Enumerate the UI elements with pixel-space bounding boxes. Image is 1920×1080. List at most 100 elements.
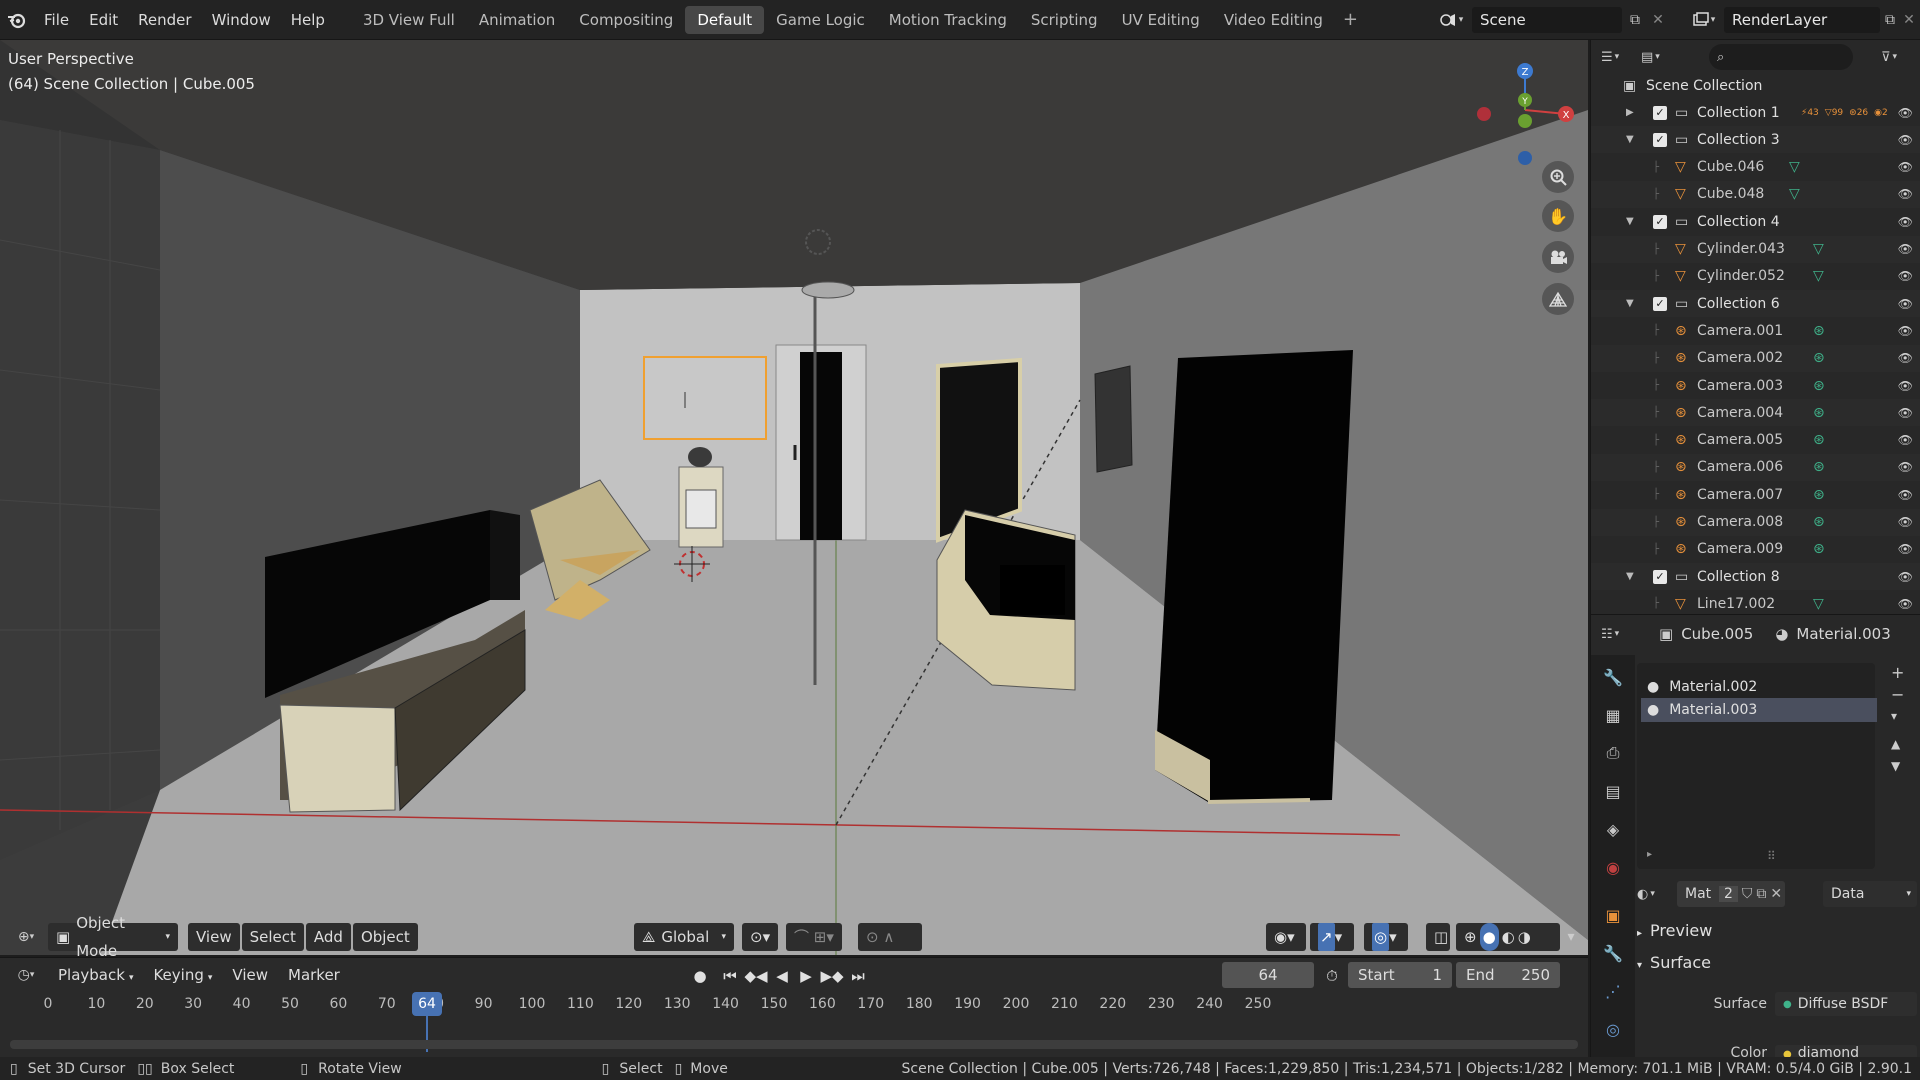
ortho-toggle-grid-icon[interactable] [1542, 283, 1574, 315]
3d-viewport[interactable]: User Perspective (64) Scene Collection |… [0, 40, 1588, 955]
outliner-row-cube-046[interactable]: ├ ▽ Cube.046 ▽ 👁 [1591, 154, 1920, 181]
fake-user-icon[interactable]: ⛉ [1742, 886, 1753, 902]
navigation-gizmo[interactable]: Z X Y [1470, 50, 1580, 180]
visibility-eye-icon[interactable]: 👁 [1898, 379, 1913, 393]
outliner-row-camera-005[interactable]: ├ ⊛ Camera.005 ⊛ 👁 [1591, 427, 1920, 454]
menu-file[interactable]: File [34, 0, 79, 40]
disclosure-closed-icon[interactable]: ▶ [1626, 107, 1634, 118]
camera-view-icon[interactable] [1542, 241, 1574, 273]
scene-selector-button[interactable]: ▾ [1432, 7, 1470, 33]
solid-shading-icon[interactable]: ● [1479, 923, 1499, 951]
visibility-eye-icon[interactable]: 👁 [1898, 406, 1913, 420]
new-view-layer-icon[interactable]: ⧉ [1880, 7, 1900, 33]
camera-data-icon[interactable]: ⊛ [1813, 432, 1825, 448]
tool-tab-icon[interactable]: 🔧 [1599, 663, 1627, 691]
move-slot-down-icon[interactable]: ▼ [1891, 759, 1900, 773]
disclosure-open-icon[interactable]: ▼ [1626, 571, 1634, 582]
filter-icon[interactable]: ⊽ ▾ [1881, 44, 1917, 70]
slot-specials-icon[interactable]: ▾ [1891, 709, 1897, 723]
pan-hand-icon[interactable]: ✋ [1542, 200, 1574, 232]
record-keyframe-icon[interactable]: ● [686, 963, 714, 989]
material-name-field[interactable]: Mat 2 ⛉ ⧉ ✕ [1677, 881, 1785, 907]
preview-range-icon[interactable]: ⏱ [1318, 963, 1346, 989]
timeline-menu-playback[interactable]: Playback ▾ [48, 966, 143, 984]
outliner-row-collection-8[interactable]: ▼ ✓ ▭ Collection 8 👁 [1591, 563, 1920, 591]
visibility-eye-icon[interactable]: 👁 [1898, 297, 1913, 311]
playhead-frame-badge[interactable]: 64 [412, 992, 442, 1016]
world-tab-icon[interactable]: ◉ [1599, 853, 1627, 881]
visibility-eye-icon[interactable]: 👁 [1898, 542, 1913, 556]
outliner-row-camera-007[interactable]: ├ ⊛ Camera.007 ⊛ 👁 [1591, 481, 1920, 508]
zoom-icon[interactable] [1542, 161, 1574, 193]
preview-section-header[interactable]: ▸ Preview [1637, 921, 1712, 940]
camera-data-icon[interactable]: ⊛ [1813, 459, 1825, 475]
exclude-checkbox[interactable]: ✓ [1653, 214, 1667, 229]
visibility-eye-icon[interactable]: 👁 [1898, 488, 1913, 502]
outliner-row-collection-1[interactable]: ▶ ✓ ▭ Collection 1 ⚡43 ▽99 ⊛26 ◉2 👁 [1591, 99, 1920, 126]
exclude-checkbox[interactable]: ✓ [1653, 105, 1667, 120]
material-slot-material-002[interactable]: ● Material.002 [1641, 675, 1877, 699]
material-slot-material-003[interactable]: ● Material.003 [1641, 698, 1877, 722]
physics-tab-icon[interactable]: ◎ [1599, 1015, 1627, 1043]
collection-contents-summary[interactable]: ⚡43 ▽99 ⊛26 ◉2 [1801, 108, 1888, 118]
camera-data-icon[interactable]: ⊛ [1813, 323, 1825, 339]
disclosure-open-icon[interactable]: ▼ [1626, 134, 1634, 145]
blender-logo-icon[interactable] [0, 0, 34, 40]
remove-slot-button[interactable]: − [1891, 685, 1904, 704]
outliner-row-cylinder-043[interactable]: ├ ▽ Cylinder.043 ▽ 👁 [1591, 235, 1920, 263]
add-workspace-button[interactable]: + [1335, 9, 1366, 30]
delete-view-layer-icon[interactable]: ✕ [1900, 7, 1918, 33]
outliner-row-camera-002[interactable]: ├ ⊛ Camera.002 ⊛ 👁 [1591, 344, 1920, 372]
disclosure-open-icon[interactable]: ▼ [1626, 298, 1634, 309]
viewport-menu-add[interactable]: Add [305, 923, 351, 951]
mesh-data-icon[interactable]: ▽ [1789, 186, 1800, 202]
link-dropdown[interactable]: Data ▾ [1823, 881, 1917, 907]
mesh-data-icon[interactable]: ▽ [1789, 159, 1800, 175]
workspace-tab-scripting[interactable]: Scripting [1019, 6, 1110, 34]
timeline-menu-marker[interactable]: Marker [278, 966, 350, 984]
mesh-data-icon[interactable]: ▽ [1813, 268, 1824, 284]
material-shading-icon[interactable]: ◐ [1502, 923, 1515, 951]
new-scene-icon[interactable]: ⧉ [1624, 7, 1646, 33]
workspace-tab-default[interactable]: Default [685, 5, 765, 34]
duplicate-material-icon[interactable]: ⧉ [1756, 886, 1766, 902]
view-layer-name-field[interactable]: RenderLayer [1724, 7, 1880, 33]
material-users-count[interactable]: 2 [1719, 886, 1738, 902]
timeline-editor-type-icon[interactable]: ◷ ▾ [4, 961, 48, 989]
visibility-eye-icon[interactable]: 👁 [1898, 242, 1913, 256]
visibility-eye-icon[interactable]: 👁 [1898, 133, 1913, 147]
viewport-menu-view[interactable]: View [188, 923, 240, 951]
outliner-row-camera-004[interactable]: ├ ⊛ Camera.004 ⊛ 👁 [1591, 399, 1920, 427]
outliner-row-camera-008[interactable]: ├ ⊛ Camera.008 ⊛ 👁 [1591, 508, 1920, 536]
workspace-tab-3d-view-full[interactable]: 3D View Full [351, 6, 467, 34]
visibility-eye-icon[interactable]: 👁 [1898, 269, 1913, 283]
outliner-row-collection-3[interactable]: ▼ ✓ ▭ Collection 3 👁 [1591, 126, 1920, 154]
end-frame-field[interactable]: End 250 [1456, 962, 1560, 988]
rendered-shading-icon[interactable]: ◑ [1518, 923, 1531, 951]
surface-section-header[interactable]: ▾ Surface [1637, 953, 1711, 972]
workspace-tab-game-logic[interactable]: Game Logic [764, 6, 877, 34]
outliner-row-cylinder-052[interactable]: ├ ▽ Cylinder.052 ▽ 👁 [1591, 263, 1920, 290]
outliner-row-camera-006[interactable]: ├ ⊛ Camera.006 ⊛ 👁 [1591, 453, 1920, 481]
scene-tab-icon[interactable]: ◈ [1599, 815, 1627, 843]
material-browse-icon[interactable]: ◐ ▾ [1637, 881, 1675, 907]
list-resize-handle[interactable]: ⠿ [1767, 849, 1776, 863]
xray-toggle-icon[interactable]: ◫ [1426, 923, 1450, 951]
exclude-checkbox[interactable]: ✓ [1653, 569, 1667, 584]
list-expand-icon[interactable]: ▸ [1647, 849, 1652, 860]
delete-scene-icon[interactable]: ✕ [1648, 7, 1668, 33]
outliner-row-camera-003[interactable]: ├ ⊛ Camera.003 ⊛ 👁 [1591, 372, 1920, 399]
start-frame-field[interactable]: Start 1 [1348, 962, 1452, 988]
exclude-checkbox[interactable]: ✓ [1653, 132, 1667, 147]
shading-mode-group[interactable]: ⊕ ● ◐ ◑ [1456, 923, 1560, 951]
transform-orientation-dropdown[interactable]: ⟁ Global ▾ [634, 923, 734, 951]
exclude-checkbox[interactable]: ✓ [1653, 296, 1667, 311]
particles-tab-icon[interactable]: ⋰ [1599, 977, 1627, 1005]
jump-start-icon[interactable]: ⏮ [716, 963, 744, 989]
view-layer-tab-icon[interactable]: ▤ [1599, 777, 1627, 805]
disclosure-open-icon[interactable]: ▼ [1626, 216, 1634, 227]
workspace-tab-video-editing[interactable]: Video Editing [1212, 6, 1335, 34]
timeline-menu-view[interactable]: View [222, 966, 278, 984]
visibility-eye-icon[interactable]: 👁 [1898, 433, 1913, 447]
pivot-point-icon[interactable]: ⊙▾ [742, 923, 778, 951]
